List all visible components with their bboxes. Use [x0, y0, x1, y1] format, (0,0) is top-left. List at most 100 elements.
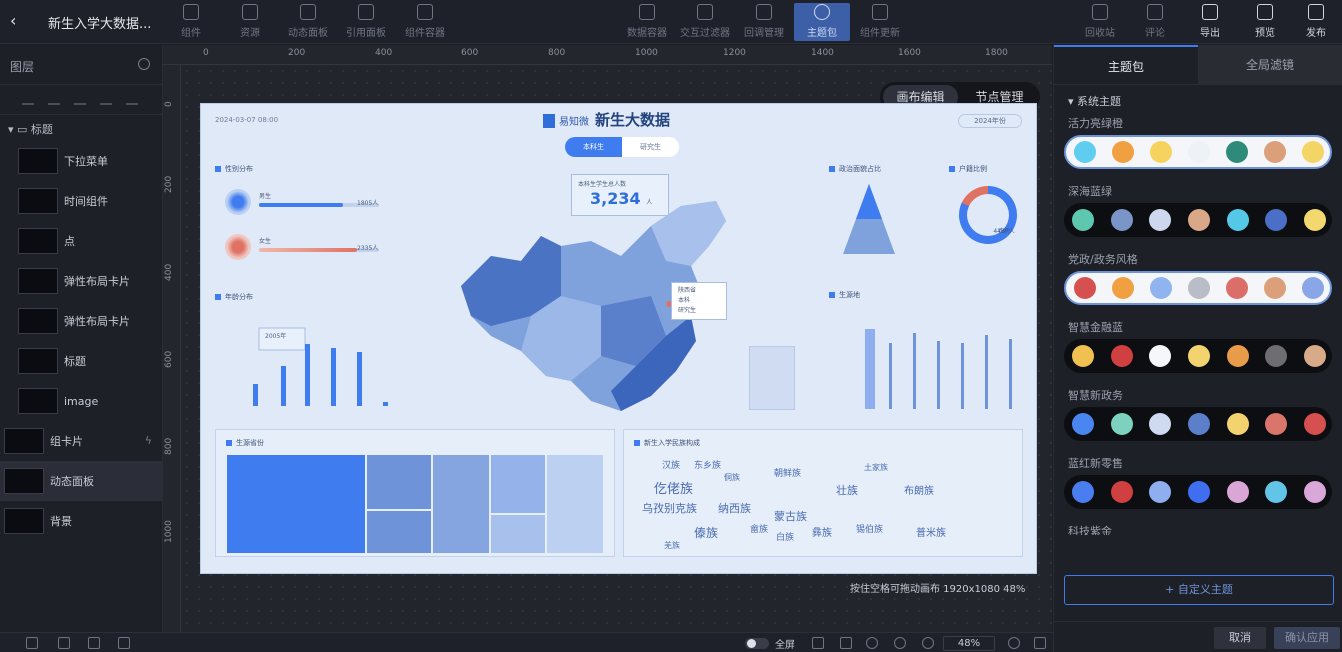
layer-item[interactable]: 弹性布局卡片 [0, 261, 162, 301]
layer-thumbnail [4, 428, 44, 454]
toolbar-preview-button[interactable]: 预览 [1237, 3, 1293, 41]
color-swatch [1188, 141, 1210, 163]
word: 乌孜别克族 [642, 502, 697, 515]
move-up-icon[interactable] [74, 93, 86, 105]
layer-item[interactable]: 组卡片 ϟ [0, 421, 162, 461]
age-bar [281, 366, 286, 406]
settings-icon[interactable] [866, 637, 878, 649]
back-arrow-icon[interactable]: ‹ [10, 12, 28, 30]
color-swatch [1110, 481, 1133, 503]
color-swatch [1265, 345, 1288, 367]
layer-item[interactable]: 背景 [0, 501, 162, 541]
layer-item[interactable]: 标题 [0, 341, 162, 381]
theme-swatch-row[interactable] [1064, 475, 1332, 509]
word: 土家族 [864, 463, 888, 472]
toolbar-export-button[interactable]: 导出 [1182, 3, 1238, 41]
treemap-cell[interactable] [366, 454, 432, 510]
treemap-cell[interactable] [366, 510, 432, 554]
word: 侗族 [724, 473, 740, 482]
theme-icon [814, 4, 830, 20]
treemap-cell[interactable] [546, 454, 604, 554]
word: 仡佬族 [654, 482, 694, 497]
theme-swatch-row[interactable] [1064, 203, 1332, 237]
origin-bar-chart [865, 329, 1012, 409]
layer-action-icon[interactable] [58, 637, 70, 649]
move-down-icon[interactable] [100, 93, 112, 105]
word: 畲族 [750, 525, 769, 535]
color-swatch [1265, 209, 1288, 231]
theme-swatch-row[interactable] [1064, 135, 1332, 169]
layout-icon[interactable] [840, 637, 852, 649]
treemap-cell[interactable] [432, 454, 490, 554]
screen-icon[interactable] [812, 637, 824, 649]
toolbar-components-button[interactable]: 组件 [163, 3, 219, 41]
layer-item-selected[interactable]: 动态面板 [0, 461, 162, 501]
zoom-in-icon[interactable] [1008, 637, 1020, 649]
toolbar-ref-panel-button[interactable]: 引用面板 [338, 3, 394, 41]
layer-action-icon[interactable] [88, 637, 100, 649]
theme-list: 活力亮绿橙 深海蓝绿 党政/政务风格 智慧金融蓝 智慧新政务 蓝红新零售 科技紫金 [1054, 113, 1342, 535]
layer-group-title[interactable]: ▾ ▭ 标题 [0, 115, 162, 141]
layer-item[interactable]: image [0, 381, 162, 421]
zoom-out-icon[interactable] [922, 637, 934, 649]
toolbar-dynamic-panel-button[interactable]: 动态面板 [280, 3, 336, 41]
color-swatch [1226, 345, 1249, 367]
tab-undergrad[interactable]: 本科生 [565, 137, 622, 157]
theme-name: 智慧金融蓝 [1068, 321, 1123, 334]
color-swatch [1303, 209, 1326, 231]
align-top-icon[interactable] [22, 93, 34, 105]
align-bottom-icon[interactable] [48, 93, 60, 105]
treemap-cell[interactable] [490, 454, 546, 514]
layer-action-icon[interactable] [26, 637, 38, 649]
treemap-cell[interactable] [226, 454, 366, 554]
tab-graduate[interactable]: 研究生 [622, 137, 679, 157]
theme-swatch-row[interactable] [1064, 339, 1332, 373]
toolbar-data-container-button[interactable]: 数据容器 [619, 3, 675, 41]
year-select[interactable]: 2024年份 [958, 114, 1022, 128]
publish-icon [1308, 4, 1324, 20]
tab-global-filter[interactable]: 全局滤镜 [1198, 45, 1342, 84]
layer-item[interactable]: 弹性布局卡片 [0, 301, 162, 341]
theme-swatch-row[interactable] [1064, 271, 1332, 305]
layer-item[interactable]: 下拉菜单 [0, 141, 162, 181]
treemap-cell[interactable] [490, 514, 546, 554]
apply-theme-button[interactable]: 确认应用 [1274, 627, 1340, 649]
search-icon[interactable] [138, 58, 150, 70]
layer-item[interactable]: 时间组件 [0, 181, 162, 221]
toolbar-update-button[interactable]: 组件更新 [852, 3, 908, 41]
theme-swatch-row[interactable] [1064, 407, 1332, 441]
color-swatch [1226, 209, 1249, 231]
toolbar-resources-button[interactable]: 资源 [222, 3, 278, 41]
toolbar-callback-button[interactable]: 回调管理 [736, 3, 792, 41]
layers-panel: 图层 ▾ ▭ 标题 下拉菜单 时间组件 点 弹性布局卡片 弹性布局卡片 标题 i… [0, 45, 163, 632]
toolbar-trash-button[interactable]: 回收站 [1072, 3, 1128, 41]
layer-action-icon[interactable] [118, 637, 130, 649]
list-icon[interactable] [126, 93, 138, 105]
zoom-input[interactable]: 48% [943, 636, 995, 651]
toolbar-container-button[interactable]: 组件容器 [397, 3, 453, 41]
word: 汉族 [662, 461, 681, 471]
dashboard-artboard[interactable]: 2024-03-07 08:00 易知微 新生大数据 2024年份 本科生 研究生… [200, 103, 1037, 574]
custom-theme-button[interactable]: + 自定义主题 [1064, 575, 1334, 605]
ethnic-wordcloud: 新生入学民族构成 汉族 东乡族 仡佬族 朝鲜族 壮族 侗族 乌孜别克族 纳西族 … [623, 429, 1023, 557]
origin-bar [865, 329, 875, 409]
help-icon[interactable] [894, 637, 906, 649]
fullscreen-toggle[interactable] [745, 638, 769, 649]
toolbar-publish-button[interactable]: 发布 [1292, 3, 1340, 41]
toolbar-theme-button[interactable]: 主题包 [794, 3, 850, 41]
ruler-tick: 400 [164, 263, 174, 281]
system-theme-header[interactable]: ▾ 系统主题 [1054, 85, 1342, 113]
map-tooltip: 陕西省 本科 研究生 [671, 282, 727, 320]
cancel-button[interactable]: 取消 [1214, 627, 1266, 649]
tab-theme-pack[interactable]: 主题包 [1054, 45, 1198, 84]
layers-panel-header: 图层 [0, 45, 162, 85]
ruler-vertical: 0 200 400 600 800 1000 [163, 65, 181, 632]
toolbar-filter-button[interactable]: 交互过滤器 [677, 3, 733, 41]
ruler-tick: 200 [288, 48, 306, 58]
toolbar-comment-button[interactable]: 评论 [1127, 3, 1183, 41]
layer-item[interactable]: 点 [0, 221, 162, 261]
fit-screen-icon[interactable] [1034, 637, 1046, 649]
origin-section-title: 生源地 [829, 290, 860, 300]
hexagon-icon [183, 4, 199, 20]
age-bar-chart: 2005年 [253, 327, 388, 406]
